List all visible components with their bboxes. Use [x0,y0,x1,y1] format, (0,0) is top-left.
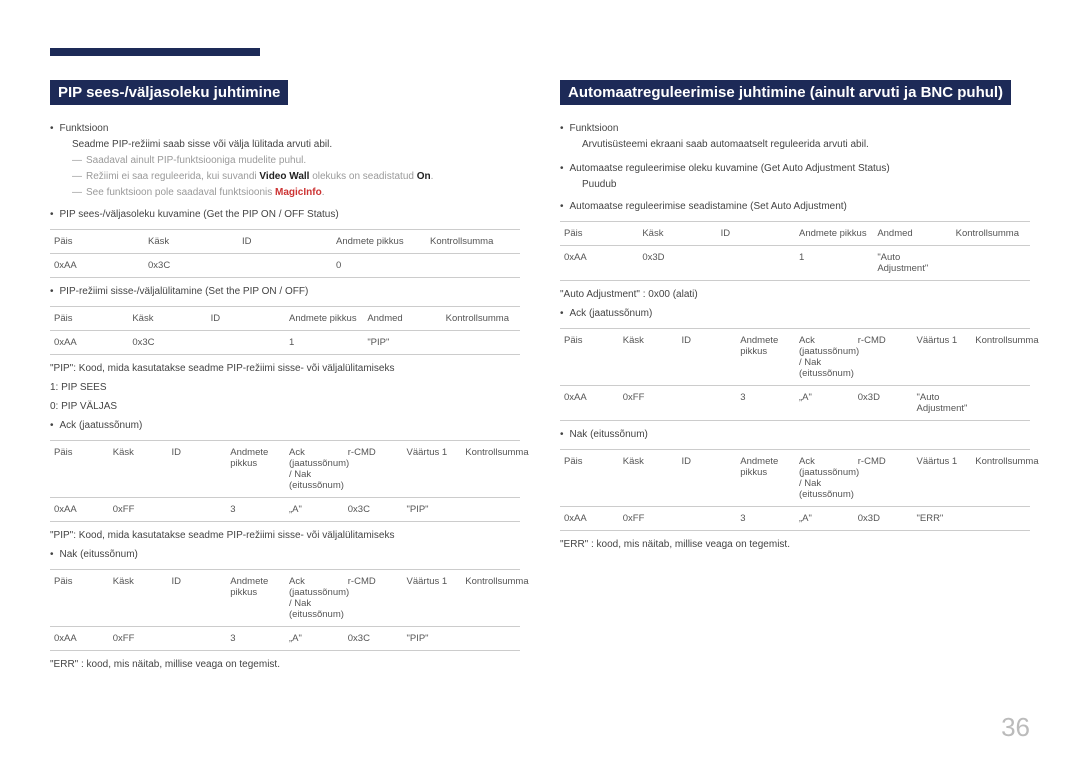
section-title-left: PIP sees-/väljasoleku juhtimine [50,80,288,105]
kv-auto-adj: "Auto Adjustment" : 0x00 (alati) [560,289,1030,300]
bullet-set-pip: PIP-režiimi sisse-/väljalülitamine (Set … [50,284,520,300]
bullet-icon [50,207,54,223]
bullet-icon [560,121,564,137]
table-row: 0xAA0x3C1"PIP" [50,331,520,355]
table-left-3: PäisKäskIDAndmete pikkusAck (jaatussõnum… [50,440,520,522]
bullet-icon [560,161,564,177]
table-right-3: PäisKäskIDAndmete pikkusAck (jaatussõnum… [560,449,1030,531]
bullet-set-auto: Automaatse reguleerimise seadistamine (S… [560,199,1030,215]
bullet-nak: Nak (eitussõnum) [50,547,520,563]
table-row: PäisKäskIDAndmete pikkusAndmedKontrollsu… [560,222,1030,246]
content-columns: PIP sees-/väljasoleku juhtimine Funktsio… [50,80,1030,670]
bullet-icon [50,284,54,300]
bullet-icon [50,547,54,563]
bullet-get-status: PIP sees-/väljasoleku kuvamine (Get the … [50,207,520,223]
bullet-icon [560,306,564,322]
header-accent-bar [50,48,260,56]
table-row: 0xAA0x3C0 [50,254,520,278]
bullet-ack: Ack (jaatussõnum) [50,418,520,434]
table-row: PäisKäskIDAndmete pikkusKontrollsumma [50,230,520,254]
bullet-get-auto: Automaatse reguleerimise oleku kuvamine … [560,161,1030,177]
function-line-r: Funktsioon [560,121,1030,137]
bullet-icon [50,121,54,137]
kv-pip-on: 1: PIP SEES [50,382,520,393]
right-column: Automaatreguleerimise juhtimine (ainult … [560,80,1030,670]
section-title-right: Automaatreguleerimise juhtimine (ainult … [560,80,1011,105]
bullet-icon [560,427,564,443]
table-left-4: PäisKäskIDAndmete pikkusAck (jaatussõnum… [50,569,520,651]
note-3: ―See funktsioon pole saadaval funktsioon… [72,185,520,201]
table-row: PäisKäskIDAndmete pikkusAck (jaatussõnum… [50,441,520,498]
table-row: 0xAA0xFF3„A"0x3C"PIP" [50,627,520,651]
function-label-r: Funktsioon [570,121,619,137]
table-right-1: PäisKäskIDAndmete pikkusAndmedKontrollsu… [560,221,1030,281]
table-row: 0xAA0xFF3„A"0x3D"Auto Adjustment" [560,386,1030,421]
table-row: 0xAA0x3D1"Auto Adjustment" [560,246,1030,281]
bullet-nak-r: Nak (eitussõnum) [560,427,1030,443]
function-text-r: Arvutisüsteemi ekraani saab automaatselt… [582,137,1030,153]
table-row: PäisKäskIDAndmete pikkusAck (jaatussõnum… [560,329,1030,386]
table-row: 0xAA0xFF3„A"0x3C"PIP" [50,498,520,522]
kv-pip-off: 0: PIP VÄLJAS [50,401,520,412]
err-note-right: "ERR" : kood, mis näitab, millise veaga … [560,539,1030,550]
table-row: PäisKäskIDAndmete pikkusAndmedKontrollsu… [50,307,520,331]
note-2: ―Režiimi ei saa reguleerida, kui suvandi… [72,169,520,185]
err-note-left: "ERR" : kood, mis näitab, millise veaga … [50,659,520,670]
bullet-icon [560,199,564,215]
table-row: 0xAA0xFF3„A"0x3D"ERR" [560,507,1030,531]
table-row: PäisKäskIDAndmete pikkusAck (jaatussõnum… [560,450,1030,507]
function-text: Seadme PIP-režiimi saab sisse või välja … [72,137,520,153]
table-left-2: PäisKäskIDAndmete pikkusAndmedKontrollsu… [50,306,520,355]
note-1: ―Saadaval ainult PIP-funktsiooniga mudel… [72,153,520,169]
page-number: 36 [1001,712,1030,743]
kv-pip-desc: "PIP": Kood, mida kasutatakse seadme PIP… [50,363,520,374]
table-left-1: PäisKäskIDAndmete pikkusKontrollsumma 0x… [50,229,520,278]
left-column: PIP sees-/väljasoleku juhtimine Funktsio… [50,80,520,670]
function-label: Funktsioon [60,121,109,137]
table-right-2: PäisKäskIDAndmete pikkusAck (jaatussõnum… [560,328,1030,421]
kv-pip-desc-2: "PIP": Kood, mida kasutatakse seadme PIP… [50,530,520,541]
bullet-ack-r: Ack (jaatussõnum) [560,306,1030,322]
function-line: Funktsioon [50,121,520,137]
bullet-get-auto-sub: Puudub [582,177,1030,193]
bullet-icon [50,418,54,434]
table-row: PäisKäskIDAndmete pikkusAck (jaatussõnum… [50,570,520,627]
